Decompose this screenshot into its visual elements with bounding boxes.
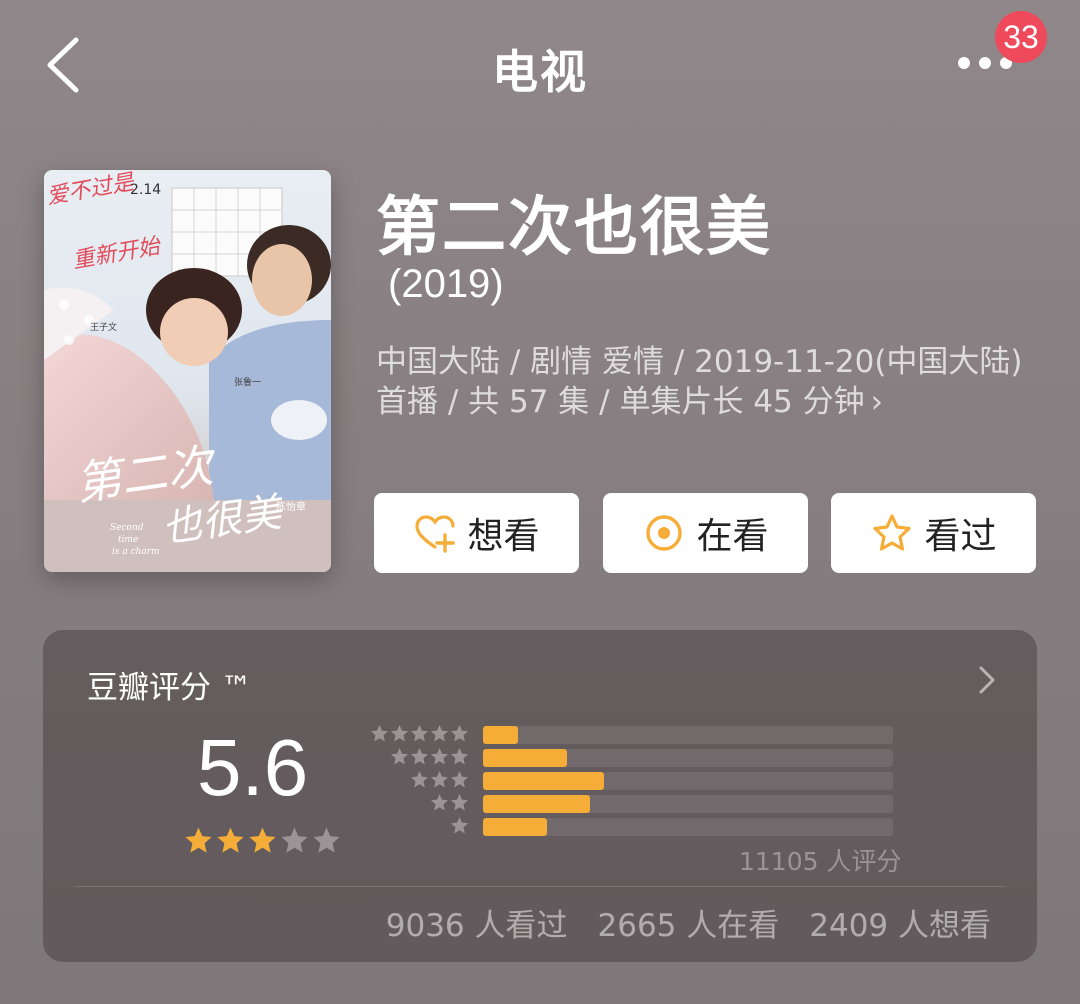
svg-text:2.14: 2.14 — [130, 182, 161, 198]
stat-watching[interactable]: 2665 人在看 — [598, 900, 780, 945]
chevron-right-icon: › — [870, 384, 884, 420]
meta-line-2: 首播 / 共 57 集 / 单集片长 45 分钟 › — [376, 384, 884, 420]
watched-button[interactable]: 看过 — [831, 493, 1036, 573]
watching-label: 在看 — [696, 516, 769, 557]
rating-row-stars — [450, 816, 469, 835]
star-icon — [410, 724, 429, 742]
rating-bar-track — [483, 726, 893, 744]
heart-plus-icon — [415, 515, 456, 553]
poster-image[interactable]: 爱不过是 重新开始 2.14 第二次 也很美 Second time is a … — [44, 170, 331, 572]
rating-row-stars — [430, 793, 469, 812]
rating-bar-fill — [483, 749, 568, 767]
rating-row-stars — [370, 724, 469, 743]
star-icon — [430, 770, 449, 788]
star-filled-icon — [217, 827, 244, 853]
star-icon — [450, 770, 469, 788]
star-icon — [450, 793, 469, 811]
star-icon — [450, 747, 469, 765]
show-year: (2019) — [388, 262, 504, 306]
divider — [75, 886, 1005, 887]
poster-artwork: 爱不过是 重新开始 2.14 第二次 也很美 Second time is a … — [44, 170, 331, 572]
stat-want[interactable]: 2409 人想看 — [809, 900, 991, 945]
rating-row-stars — [410, 770, 469, 789]
rating-stars — [184, 826, 341, 855]
svg-text:Second: Second — [110, 523, 144, 533]
rating-score: 5.6 — [197, 723, 309, 812]
star-empty-icon — [313, 827, 340, 853]
star-icon — [410, 770, 429, 788]
star-icon — [410, 747, 429, 765]
nav-bar: 电视 33 — [0, 0, 1080, 130]
rating-bar-track — [483, 749, 893, 767]
rating-heading: 豆瓣评分 ™ — [87, 670, 252, 706]
meta-line-1: 中国大陆 / 剧情 爱情 / 2019-11-20(中国大陆) — [376, 344, 1023, 380]
star-filled-icon — [249, 827, 276, 853]
svg-text:time: time — [118, 535, 138, 545]
star-filled-icon — [185, 827, 212, 853]
star-icon — [430, 724, 449, 742]
notification-badge[interactable]: 33 — [995, 11, 1047, 63]
rating-bar-fill — [483, 726, 518, 744]
show-title: 第二次也很美 — [376, 191, 772, 265]
svg-text:陈怡章: 陈怡章 — [276, 500, 306, 513]
rating-bar-fill — [483, 818, 547, 836]
svg-text:is a charm: is a charm — [112, 547, 160, 557]
rating-row-3-star — [365, 770, 895, 792]
star-empty-icon — [281, 827, 308, 853]
target-circle-icon — [646, 515, 683, 551]
rating-card[interactable]: 豆瓣评分 ™ 5.6 11105 人评分 9036 人看过 2665 人在看 2… — [43, 630, 1037, 962]
vote-count: 11105 人评分 — [739, 847, 902, 876]
star-icon — [390, 724, 409, 742]
watched-label: 看过 — [924, 516, 997, 557]
rating-bar-fill — [483, 795, 590, 813]
rating-bar-track — [483, 818, 893, 836]
star-icon — [390, 747, 409, 765]
star-icon — [450, 724, 469, 742]
stats-row: 9036 人看过 2665 人在看 2409 人想看 — [386, 900, 991, 945]
star-icon — [430, 793, 449, 811]
want-to-watch-label: 想看 — [467, 516, 540, 557]
rating-bar-fill — [483, 772, 604, 790]
chevron-right-icon[interactable] — [973, 660, 1001, 700]
svg-text:王子文: 王子文 — [90, 321, 117, 333]
star-icon — [450, 816, 469, 834]
star-outline-icon — [873, 514, 912, 551]
watching-button[interactable]: 在看 — [603, 493, 808, 573]
more-dots-icon — [958, 57, 970, 69]
star-icon — [430, 747, 449, 765]
stat-watched[interactable]: 9036 人看过 — [386, 900, 568, 945]
rating-row-5-star — [365, 724, 895, 746]
show-meta[interactable]: 中国大陆 / 剧情 爱情 / 2019-11-20(中国大陆) 首播 / 共 5… — [376, 342, 1046, 422]
star-icon — [370, 724, 389, 742]
rating-bar-track — [483, 795, 893, 813]
rating-bar-track — [483, 772, 893, 790]
rating-row-stars — [390, 747, 469, 766]
want-to-watch-button[interactable]: 想看 — [374, 493, 579, 573]
rating-row-2-star — [365, 793, 895, 815]
rating-row-4-star — [365, 747, 895, 769]
rating-row-1-star — [365, 816, 895, 838]
svg-text:张鲁一: 张鲁一 — [234, 376, 261, 388]
page-title: 电视 — [492, 45, 588, 99]
